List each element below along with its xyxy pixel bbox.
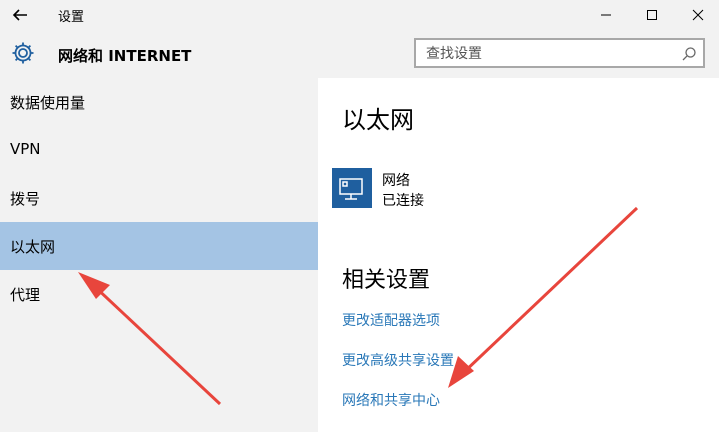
link-adapter-options[interactable]: 更改适配器选项 <box>342 310 440 330</box>
title-bar: 设置 <box>0 0 719 30</box>
search-icon[interactable] <box>681 46 697 62</box>
minimize-icon <box>601 14 611 16</box>
close-icon <box>692 9 704 21</box>
gear-icon <box>10 40 36 66</box>
sidebar-item-label: 拨号 <box>10 190 41 208</box>
window-title: 设置 <box>58 10 85 25</box>
back-arrow-icon[interactable] <box>10 5 30 25</box>
content-title: 以太网 <box>342 106 414 134</box>
sidebar: 数据使用量 VPN 拨号 以太网 代理 <box>0 78 318 432</box>
maximize-icon <box>647 10 657 20</box>
sidebar-item-label: 数据使用量 <box>10 94 86 112</box>
link-advanced-sharing[interactable]: 更改高级共享设置 <box>342 350 454 370</box>
sidebar-item-ethernet[interactable]: 以太网 <box>0 222 318 270</box>
sidebar-item-proxy[interactable]: 代理 <box>0 270 318 318</box>
link-network-sharing-center[interactable]: 网络和共享中心 <box>342 390 440 410</box>
sidebar-item-label: 以太网 <box>10 238 56 256</box>
search-input[interactable] <box>424 40 678 68</box>
main-content: 以太网 网络 已连接 相关设置 更改适配器选项 更改高级共享设置 网络和共享中心 <box>318 78 719 432</box>
sidebar-item-data-usage[interactable]: 数据使用量 <box>0 78 318 126</box>
minimize-button[interactable] <box>586 0 626 30</box>
related-settings-title: 相关设置 <box>342 268 431 293</box>
sidebar-item-label: VPN <box>10 140 41 158</box>
network-status: 已连接 <box>382 193 424 209</box>
sidebar-item-dialup[interactable]: 拨号 <box>0 174 318 222</box>
network-name[interactable]: 网络 <box>382 170 410 190</box>
network-tile[interactable] <box>332 168 372 208</box>
sidebar-item-label: 代理 <box>10 286 41 304</box>
maximize-button[interactable] <box>632 0 672 30</box>
settings-header: 网络和 INTERNET <box>0 30 719 78</box>
sidebar-item-vpn[interactable]: VPN <box>0 126 318 174</box>
search-box[interactable] <box>414 38 705 68</box>
page-title: 网络和 INTERNET <box>58 47 192 65</box>
close-button[interactable] <box>678 0 718 30</box>
monitor-network-icon <box>339 178 363 200</box>
